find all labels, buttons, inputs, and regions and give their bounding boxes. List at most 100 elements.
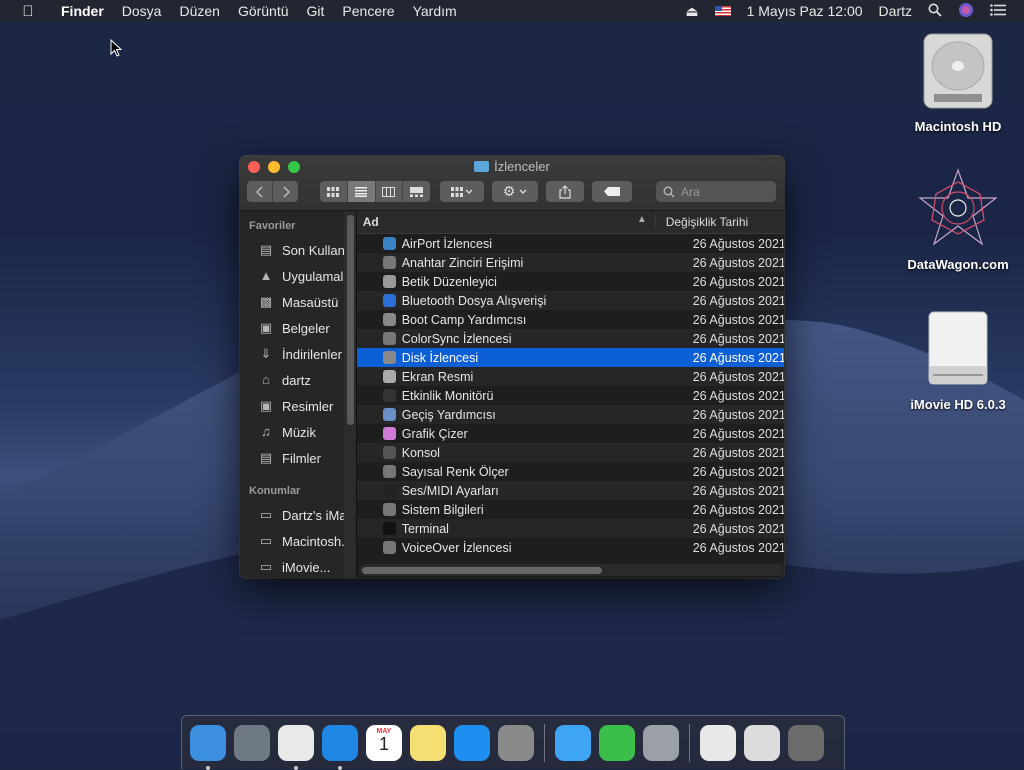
back-button[interactable] [247, 181, 273, 202]
sidebar-item-applications[interactable]: ▲ Uygulamalar [240, 263, 356, 289]
spotlight-icon[interactable] [920, 3, 950, 20]
sidebar-item-desktop[interactable]: ▩ Masaüstü [240, 289, 356, 315]
action-button[interactable]: ⚙ [492, 181, 538, 202]
forward-button[interactable] [273, 181, 298, 202]
sidebar-item-label: Belgeler [282, 320, 330, 336]
file-row[interactable]: Konsol 26 Ağustos 2021 [356, 443, 784, 462]
app-icon [382, 408, 396, 421]
view-mode-segmented [320, 181, 430, 202]
file-row[interactable]: Ekran Resmi 26 Ağustos 2021 [356, 367, 784, 386]
app-store-icon[interactable] [454, 724, 490, 761]
facetime-icon[interactable] [599, 724, 635, 761]
messages-icon[interactable] [555, 724, 591, 761]
launchpad-icon[interactable] [234, 724, 270, 761]
trash-icon[interactable] [788, 724, 824, 761]
notification-center-icon[interactable] [982, 3, 1014, 19]
list-view-button[interactable] [347, 181, 376, 202]
siri-icon[interactable] [950, 2, 982, 21]
notes-icon[interactable] [410, 724, 446, 761]
file-row[interactable]: Boot Camp Yardımcısı 26 Ağustos 2021 [356, 310, 784, 329]
calendar-icon[interactable]: MAY 1 [366, 724, 402, 761]
apple-icon[interactable]:  [18, 3, 38, 20]
sidebar-item-macintosh-hd[interactable]: ▭ Macintosh... [240, 528, 356, 554]
file-date: 26 Ağustos 2021 [692, 483, 784, 498]
file-name: Grafik Çizer [401, 426, 468, 441]
tags-button[interactable] [592, 181, 632, 202]
eject-icon[interactable]: ⏏ [677, 3, 706, 20]
file-name: Betik Düzenleyici [401, 274, 497, 289]
menu-dosya[interactable]: Dosya [113, 3, 171, 19]
sidebar-item-pictures[interactable]: ▣ Resimler [240, 393, 356, 419]
menu-clock[interactable]: 1 Mayıs Paz 12:00 [739, 3, 871, 19]
file-row[interactable]: Geçiş Yardımcısı 26 Ağustos 2021 [356, 405, 784, 424]
disk-utility-icon[interactable] [643, 724, 679, 761]
safari-icon[interactable] [322, 724, 358, 770]
sidebar-item-music[interactable]: ♫ Müzik [240, 419, 356, 445]
file-row[interactable]: AirPort İzlencesi 26 Ağustos 2021 [356, 234, 784, 253]
desktop-icon-datawagon[interactable]: DataWagon.com [898, 168, 1018, 272]
horizontal-scrollbar[interactable] [358, 564, 784, 576]
search-field[interactable]: Ara [656, 181, 776, 202]
sidebar-item-documents[interactable]: ▣ Belgeler [240, 315, 356, 341]
system-preferences-icon[interactable] [498, 724, 534, 761]
file-row[interactable]: Sayısal Renk Ölçer 26 Ağustos 2021 [356, 462, 784, 481]
menu-user[interactable]: Dartz [871, 3, 920, 19]
menu-duzen[interactable]: Düzen [170, 3, 228, 19]
scrollbar-thumb[interactable] [361, 567, 602, 574]
app-icon [382, 389, 396, 402]
file-row[interactable]: Ses/MIDI Ayarları 26 Ağustos 2021 [356, 481, 784, 500]
file-row[interactable]: Betik Düzenleyici 26 Ağustos 2021 [356, 272, 784, 291]
icon-view-button[interactable] [320, 181, 348, 202]
input-source-flag-icon[interactable] [707, 6, 739, 16]
file-name: Geçiş Yardımcısı [401, 407, 496, 422]
sidebar-item-movies[interactable]: ▤ Filmler [240, 445, 356, 471]
file-row[interactable]: Terminal 26 Ağustos 2021 [356, 519, 784, 538]
sidebar-scrollbar[interactable] [346, 215, 354, 425]
pictures-icon: ▣ [259, 398, 273, 413]
file-row[interactable]: Bluetooth Dosya Alışverişi 26 Ağustos 202… [356, 291, 784, 310]
sidebar-item-label: Dartz's iMac [282, 507, 354, 523]
menu-bar:  Finder Dosya Düzen Görüntü Git Pencere… [0, 0, 1024, 22]
group-by-button[interactable] [440, 181, 484, 202]
column-header-name[interactable]: Ad ▲ [357, 214, 655, 229]
file-row[interactable]: Sistem Bilgileri 26 Ağustos 2021 [356, 500, 784, 519]
menu-git[interactable]: Git [298, 3, 334, 19]
preview-icon[interactable] [700, 724, 736, 761]
menu-goruntu[interactable]: Görüntü [229, 3, 298, 19]
sidebar-item-label: Filmler [282, 450, 321, 466]
file-row[interactable]: VoiceOver İzlencesi 26 Ağustos 2021 [356, 538, 784, 557]
file-row[interactable]: ColorSync İzlencesi 26 Ağustos 2021 [356, 329, 784, 348]
file-name-cell: Ekran Resmi [357, 370, 665, 384]
sidebar-item-recents[interactable]: ▤ Son Kullan... [240, 237, 356, 263]
desktop-icon-imovie-hd[interactable]: iMovie HD 6.0.3 [898, 308, 1018, 412]
menu-app-finder[interactable]: Finder [52, 3, 113, 19]
app-icon [382, 541, 396, 554]
file-row[interactable]: Anahtar Zinciri Erişimi 26 Ağustos 2021 [356, 253, 784, 272]
file-row[interactable]: Etkinlik Monitörü 26 Ağustos 2021 [356, 386, 784, 405]
desktop-icon-macintosh-hd[interactable]: Macintosh HD [898, 32, 1018, 134]
desktop-icon: ▩ [259, 294, 273, 309]
column-header-date[interactable]: Değişiklik Tarihi [654, 215, 784, 229]
document-icon[interactable] [744, 724, 780, 761]
file-row[interactable]: Disk İzlencesi 26 Ağustos 2021 [356, 348, 784, 367]
calendar-day: 1 [378, 734, 389, 754]
file-row[interactable]: Grafik Çizer 26 Ağustos 2021 [356, 424, 784, 443]
finder-icon[interactable] [190, 724, 226, 770]
file-date: 26 Ağustos 2021 [692, 293, 784, 308]
sidebar-item-imac[interactable]: ▭ Dartz's iMac [240, 502, 356, 528]
sidebar-item-home[interactable]: ⌂ dartz [240, 367, 356, 393]
menu-pencere[interactable]: Pencere [333, 3, 403, 19]
sidebar-item-imovie[interactable]: ▭ iMovie... ⏏ [240, 554, 356, 578]
sidebar: Favoriler ▤ Son Kullan... ▲ Uygulamalar … [240, 211, 357, 578]
column-view-button[interactable] [376, 181, 404, 202]
chrome-icon[interactable] [278, 724, 314, 770]
music-icon: ♫ [261, 424, 271, 439]
sidebar-item-downloads[interactable]: ⇓ İndirilenler [240, 341, 356, 367]
file-name-cell: VoiceOver İzlencesi [357, 541, 665, 555]
file-name-cell: Disk İzlencesi [357, 351, 665, 365]
menu-yardim[interactable]: Yardım [404, 3, 466, 19]
share-button[interactable] [546, 181, 584, 202]
gallery-view-button[interactable] [403, 181, 430, 202]
group-grid-icon [451, 186, 473, 197]
window-titlebar[interactable]: İzlenceler ⚙ Ara [240, 156, 784, 211]
